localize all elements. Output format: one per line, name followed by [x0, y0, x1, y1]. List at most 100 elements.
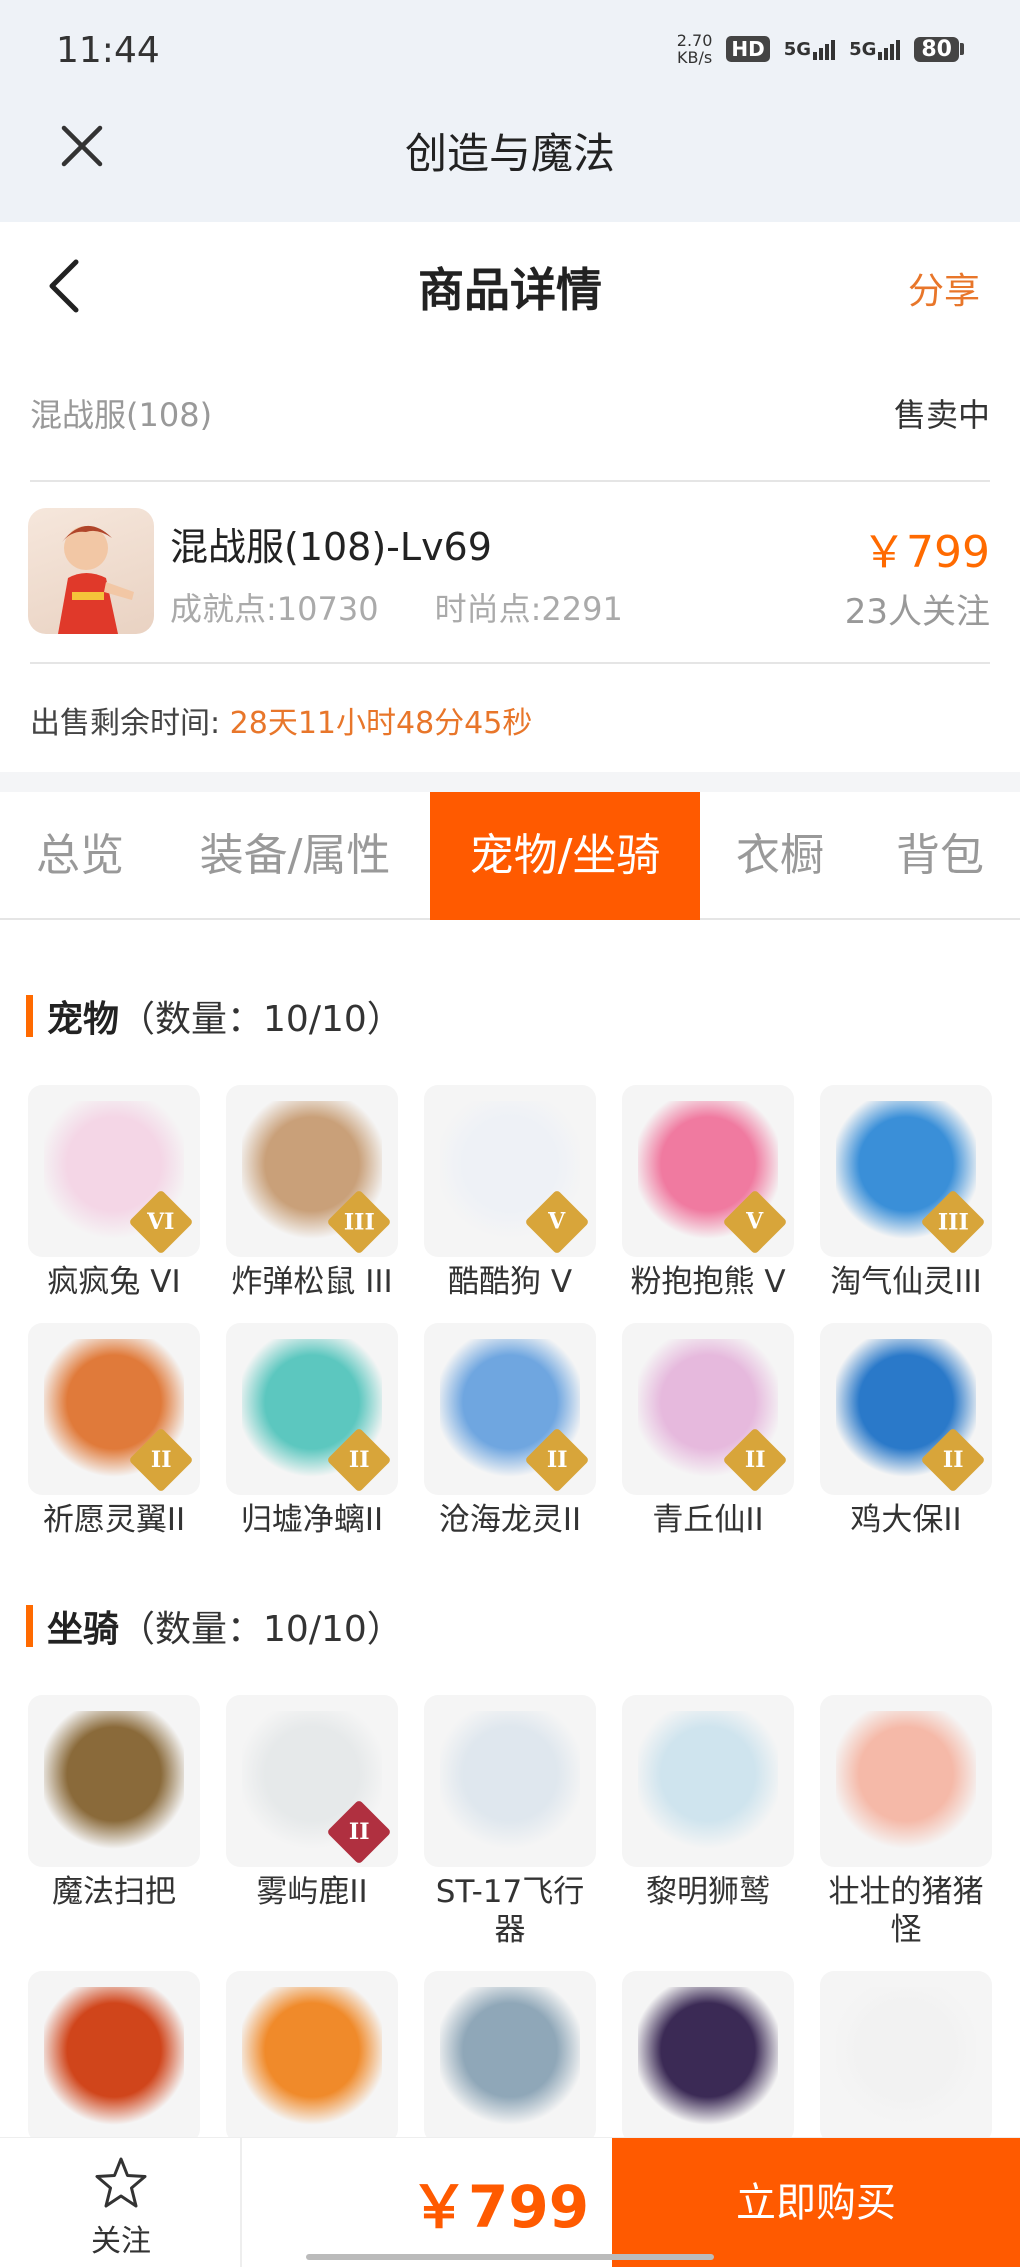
item-thumbnail: III [820, 1085, 992, 1257]
watchers-count: 23人关注 [844, 592, 990, 632]
item-thumbnail [820, 1695, 992, 1867]
aircraft-mount-icon [440, 1711, 580, 1851]
star-icon [95, 2157, 147, 2208]
server-row: 混战服(108) 售卖中 [30, 390, 990, 436]
favorite-button[interactable]: 关注 [0, 2138, 242, 2267]
mount-item[interactable]: 黎明狮鹫 [622, 1695, 794, 1911]
mount-item[interactable]: II 雾屿鹿II [226, 1695, 398, 1911]
tab-pets-mounts[interactable]: 宠物/坐骑 [430, 792, 700, 920]
pet-item[interactable]: VI 疯疯兔 VI [28, 1085, 200, 1301]
mount-item[interactable] [28, 1971, 200, 2149]
detail-tabs: 总览 装备/属性 宠物/坐骑 衣橱 背包 [0, 792, 1020, 920]
griffin-mount-icon [638, 1711, 778, 1851]
item-name: 酷酷狗 V [447, 1264, 573, 1300]
item-name: 鸡大保II [850, 1502, 962, 1538]
broom-mount-icon [44, 1711, 184, 1851]
item-thumbnail [226, 1971, 398, 2143]
item-thumbnail [424, 1971, 596, 2143]
signal-icon: 5G [784, 39, 836, 60]
remaining-time: 出售剩余时间: 28天11小时48分45秒 [30, 706, 533, 741]
item-name: 魔法扫把 [52, 1874, 176, 1910]
tab-equipment[interactable]: 装备/属性 [160, 792, 430, 920]
mounts-section-title: 坐骑 （数量：10/10） [26, 1600, 403, 1652]
mount-item[interactable]: 魔法扫把 [28, 1695, 200, 1911]
tab-backpack[interactable]: 背包 [860, 792, 1020, 920]
item-thumbnail: II [820, 1323, 992, 1495]
page-header: 商品详情 分享 [0, 222, 1020, 348]
pet-item[interactable]: II 归墟净螭II [226, 1323, 398, 1539]
mount-item[interactable] [226, 1971, 398, 2149]
pet-item[interactable]: V 粉抱抱熊 V [622, 1085, 794, 1301]
buy-now-button[interactable]: 立即购买 [612, 2138, 1020, 2267]
item-thumbnail [820, 1971, 992, 2143]
phoenix-mount-icon [242, 1987, 382, 2127]
item-thumbnail [622, 1695, 794, 1867]
listing-points: 成就点:10730 时尚点:2291 [170, 584, 623, 630]
net-speed: 2.70 KB/s [676, 31, 713, 67]
listing-summary: 混战服(108)-Lv69 成就点:10730 时尚点:2291 ￥799 23人… [28, 508, 990, 638]
tab-overview[interactable]: 总览 [0, 792, 160, 920]
pet-item[interactable]: III 淘气仙灵III [820, 1085, 992, 1301]
pet-item[interactable]: V 酷酷狗 V [424, 1085, 596, 1301]
item-thumbnail: II [226, 1323, 398, 1495]
mount-item[interactable]: ST-17飞行器 [424, 1695, 596, 1949]
battery-icon: 80 [914, 36, 964, 62]
pet-item[interactable]: II 祈愿灵翼II [28, 1323, 200, 1539]
mount-item[interactable]: 壮壮的猪猪怪 [820, 1695, 992, 1949]
status-time: 11:44 [56, 30, 160, 71]
listing-title: 混战服(108)-Lv69 [170, 525, 492, 569]
item-thumbnail [622, 1971, 794, 2143]
remaining-time-value: 28天11小时48分45秒 [229, 706, 533, 741]
share-button[interactable]: 分享 [908, 262, 980, 314]
tab-wardrobe[interactable]: 衣橱 [700, 792, 860, 920]
status-indicators: 2.70 KB/s HD 5G 5G 80 [677, 32, 964, 66]
white-cat-mount-icon [836, 1987, 976, 2127]
item-name: 祈愿灵翼II [42, 1502, 186, 1538]
item-name: 黎明狮鹫 [646, 1874, 770, 1910]
item-name: 雾屿鹿II [256, 1874, 368, 1910]
item-thumbnail: II [622, 1323, 794, 1495]
app-title: 创造与魔法 [404, 129, 615, 178]
page-title: 商品详情 [418, 263, 602, 317]
item-thumbnail: V [424, 1085, 596, 1257]
item-name: 粉抱抱熊 V [630, 1264, 786, 1300]
item-name: 沧海龙灵II [438, 1502, 582, 1538]
item-name: 疯疯兔 VI [47, 1264, 181, 1300]
mount-item[interactable] [820, 1971, 992, 2149]
item-thumbnail [424, 1695, 596, 1867]
item-thumbnail: III [226, 1085, 398, 1257]
hd-icon: HD [726, 36, 770, 62]
item-thumbnail [28, 1971, 200, 2143]
system-top-bar: 11:44 2.70 KB/s HD 5G 5G 80 创造与魔法 [0, 0, 1020, 222]
divider [30, 662, 990, 664]
divider [30, 480, 990, 482]
section-gap [0, 772, 1020, 792]
bottom-price: ￥799 [410, 2173, 590, 2241]
item-thumbnail: VI [28, 1085, 200, 1257]
item-thumbnail: II [226, 1695, 398, 1867]
achievement-points: 成就点:10730 [170, 590, 379, 628]
item-thumbnail: II [28, 1323, 200, 1495]
item-thumbnail [28, 1695, 200, 1867]
listing-price: ￥799 [862, 527, 990, 578]
pet-item[interactable]: II 青丘仙II [622, 1323, 794, 1539]
shark-mount-icon [440, 1987, 580, 2127]
pet-item[interactable]: III 炸弹松鼠 III [226, 1085, 398, 1301]
character-avatar [28, 508, 154, 634]
pet-item[interactable]: II 沧海龙灵II [424, 1323, 596, 1539]
item-name: 青丘仙II [652, 1502, 764, 1538]
item-name: 淘气仙灵III [830, 1264, 982, 1300]
item-name: ST-17飞行器 [435, 1874, 585, 1948]
mount-item[interactable] [424, 1971, 596, 2149]
home-indicator [306, 2254, 714, 2260]
fashion-points: 时尚点:2291 [434, 590, 623, 628]
item-name: 归墟净螭II [240, 1502, 384, 1538]
sale-status: 售卖中 [893, 396, 990, 434]
pet-item[interactable]: II 鸡大保II [820, 1323, 992, 1539]
item-name: 壮壮的猪猪怪 [828, 1874, 984, 1948]
server-name: 混战服(108) [30, 396, 213, 434]
mount-item[interactable] [622, 1971, 794, 2149]
pets-section-title: 宠物 （数量：10/10） [26, 990, 403, 1042]
signal-icon: 5G [849, 39, 901, 60]
item-name: 炸弹松鼠 III [231, 1264, 393, 1300]
